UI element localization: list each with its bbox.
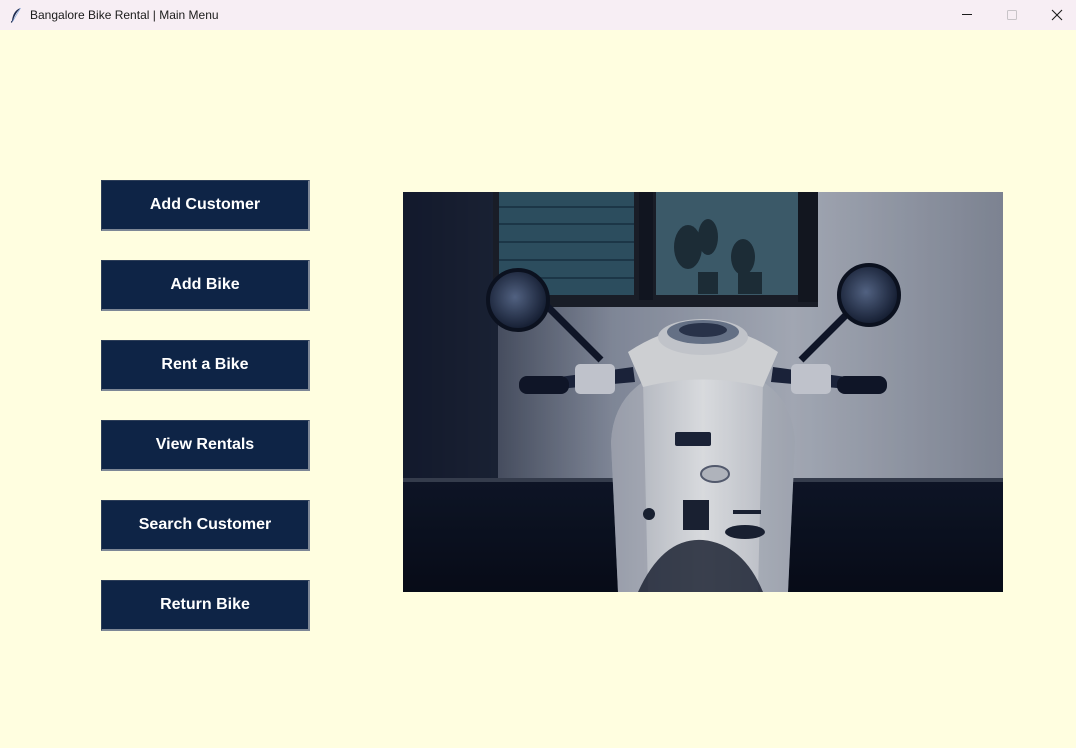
close-icon: [1051, 9, 1063, 21]
window-title: Bangalore Bike Rental | Main Menu: [30, 8, 219, 22]
maximize-icon: [1007, 10, 1017, 20]
title-bar[interactable]: Bangalore Bike Rental | Main Menu: [0, 0, 1076, 30]
return-bike-button[interactable]: Return Bike: [101, 580, 310, 631]
add-customer-button[interactable]: Add Customer: [101, 180, 310, 231]
minimize-icon: [962, 14, 972, 15]
search-customer-button[interactable]: Search Customer: [101, 500, 310, 551]
feather-icon: [10, 7, 21, 23]
main-window: Bangalore Bike Rental | Main Menu Add Cu…: [0, 0, 1076, 748]
rent-bike-button[interactable]: Rent a Bike: [101, 340, 310, 391]
scooter-photo: [403, 192, 1003, 592]
close-button[interactable]: [1034, 0, 1076, 30]
add-bike-button[interactable]: Add Bike: [101, 260, 310, 311]
view-rentals-button[interactable]: View Rentals: [101, 420, 310, 471]
minimize-button[interactable]: [944, 0, 990, 30]
maximize-button[interactable]: [989, 0, 1035, 30]
